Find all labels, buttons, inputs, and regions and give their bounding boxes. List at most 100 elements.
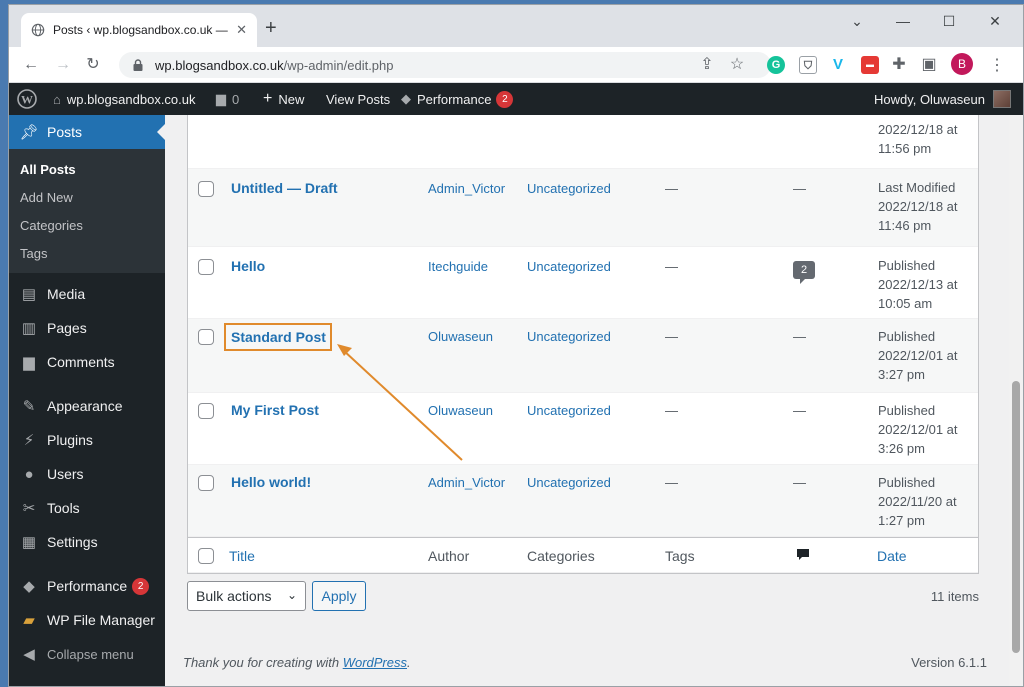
submenu-categories[interactable]: Categories bbox=[9, 211, 165, 239]
new-label: New bbox=[278, 91, 305, 107]
post-author-link[interactable]: Admin_Victor bbox=[428, 181, 505, 196]
comment-count-link[interactable]: 2 bbox=[793, 261, 815, 284]
bottom-tablenav: Bulk actions ⌄ Apply 11 items bbox=[187, 581, 979, 613]
post-status: Published bbox=[878, 329, 936, 344]
post-comments: — bbox=[793, 181, 806, 196]
share-icon[interactable]: ⇪ bbox=[697, 55, 717, 75]
side-panel-icon[interactable]: ▣ bbox=[919, 55, 939, 75]
apply-button[interactable]: Apply bbox=[312, 581, 366, 611]
post-tags: — bbox=[665, 259, 678, 274]
back-icon[interactable]: ← bbox=[21, 55, 41, 75]
post-category-link[interactable]: Uncategorized bbox=[527, 403, 611, 418]
new-tab-button[interactable]: + bbox=[265, 18, 277, 38]
post-author-link[interactable]: Oluwaseun bbox=[428, 403, 493, 418]
close-tab-icon[interactable]: ✕ bbox=[236, 22, 247, 38]
bulk-actions-select[interactable]: Bulk actions ⌄ bbox=[187, 581, 306, 611]
browser-tab[interactable]: Posts ‹ wp.blogsandbox.co.uk — ✕ bbox=[21, 13, 257, 47]
shield-extension-icon[interactable]: ⛉ bbox=[799, 56, 817, 74]
page-scrollbar[interactable] bbox=[1009, 115, 1023, 686]
wordpress-link[interactable]: WordPress bbox=[343, 655, 407, 670]
menu-settings[interactable]: ▦ Settings bbox=[9, 525, 165, 559]
submenu-tags[interactable]: Tags bbox=[9, 239, 165, 267]
menu-performance[interactable]: ◆ Performance 2 bbox=[9, 569, 165, 603]
collapse-menu-button[interactable]: ◀ Collapse menu bbox=[9, 637, 165, 671]
post-status: Published bbox=[878, 475, 936, 490]
post-comments: — bbox=[793, 475, 806, 490]
menu-tools[interactable]: ✂︎ Tools bbox=[9, 491, 165, 525]
menu-appearance-label: Appearance bbox=[47, 398, 123, 414]
post-category-link[interactable]: Uncategorized bbox=[527, 475, 611, 490]
sort-by-title[interactable]: Title bbox=[229, 548, 255, 564]
minimize-icon[interactable]: — bbox=[893, 13, 913, 29]
account-menu[interactable]: Howdy, Oluwaseun bbox=[874, 83, 1011, 115]
row-checkbox[interactable] bbox=[198, 475, 214, 491]
version-text: Version 6.1.1 bbox=[911, 655, 987, 670]
user-avatar bbox=[993, 90, 1011, 108]
menu-media[interactable]: ▤ Media bbox=[9, 277, 165, 311]
maximize-icon[interactable]: ☐ bbox=[939, 13, 959, 30]
menu-settings-label: Settings bbox=[47, 534, 98, 550]
forward-icon[interactable]: → bbox=[53, 55, 73, 75]
post-category-link[interactable]: Uncategorized bbox=[527, 329, 611, 344]
plus-icon: + bbox=[263, 90, 273, 107]
post-tags: — bbox=[665, 329, 678, 344]
puzzle-extensions-icon[interactable]: ✚ bbox=[889, 55, 909, 75]
browser-window: Posts ‹ wp.blogsandbox.co.uk — ✕ + ⌄ — ☐… bbox=[8, 4, 1024, 687]
view-posts-link[interactable]: View Posts bbox=[326, 83, 390, 115]
table-row: Hello world! Admin_Victor Uncategorized … bbox=[188, 465, 978, 537]
comments-link[interactable]: ▆ 0 bbox=[216, 83, 239, 115]
close-window-icon[interactable]: ✕ bbox=[985, 13, 1005, 30]
scrollbar-thumb[interactable] bbox=[1012, 381, 1020, 653]
site-name-link[interactable]: ⌂ wp.blogsandbox.co.uk bbox=[53, 83, 196, 115]
sort-by-date[interactable]: Date bbox=[877, 548, 907, 564]
chevron-down-icon: ⌄ bbox=[286, 588, 297, 602]
post-category-link[interactable]: Uncategorized bbox=[527, 259, 611, 274]
submenu-add-new[interactable]: Add New bbox=[9, 183, 165, 211]
reload-icon[interactable]: ↻ bbox=[83, 55, 103, 75]
menu-comments[interactable]: ▆ Comments bbox=[9, 345, 165, 379]
row-checkbox[interactable] bbox=[198, 259, 214, 275]
comments-column-icon[interactable] bbox=[795, 547, 811, 566]
post-date: 2022/12/13 at bbox=[878, 277, 958, 292]
menu-pages[interactable]: ▥ Pages bbox=[9, 311, 165, 345]
row-checkbox[interactable] bbox=[198, 403, 214, 419]
grammarly-icon[interactable]: G bbox=[767, 56, 785, 74]
row-checkbox[interactable] bbox=[198, 181, 214, 197]
post-category-link[interactable]: Uncategorized bbox=[527, 181, 611, 196]
tab-search-icon[interactable]: ⌄ bbox=[847, 13, 867, 30]
wordpress-logo-icon[interactable]: W bbox=[17, 83, 37, 115]
performance-icon: ◆ bbox=[401, 91, 411, 106]
row-checkbox[interactable] bbox=[198, 329, 214, 345]
post-title-link[interactable]: Standard Post bbox=[231, 329, 326, 345]
new-content-link[interactable]: + New bbox=[263, 83, 304, 115]
comment-count-bubble: 2 bbox=[793, 261, 815, 284]
extension-red-icon[interactable]: ▬ bbox=[861, 56, 879, 74]
post-title-link[interactable]: My First Post bbox=[231, 402, 319, 418]
address-bar[interactable]: wp.blogsandbox.co.uk/wp-admin/edit.php bbox=[119, 52, 771, 78]
author-column-header: Author bbox=[428, 548, 470, 564]
performance-link[interactable]: ◆ Performance 2 bbox=[401, 83, 514, 115]
menu-appearance[interactable]: ✎ Appearance bbox=[9, 389, 165, 423]
bookmark-star-icon[interactable]: ☆ bbox=[727, 55, 747, 75]
profile-avatar[interactable]: B bbox=[951, 53, 973, 75]
post-title-link[interactable]: Untitled — Draft bbox=[231, 180, 338, 196]
post-author-link[interactable]: Itechguide bbox=[428, 259, 488, 274]
vimeo-icon[interactable]: V bbox=[829, 56, 847, 74]
footer-thanks-prefix: Thank you for creating with bbox=[183, 655, 343, 670]
menu-posts[interactable]: 📌︎ Posts bbox=[9, 115, 165, 149]
menu-file-manager[interactable]: ▰ WP File Manager bbox=[9, 603, 165, 637]
menu-plugins[interactable]: ⚡︎ Plugins bbox=[9, 423, 165, 457]
menu-file-manager-label: WP File Manager bbox=[47, 612, 155, 628]
post-title-link[interactable]: Hello bbox=[231, 258, 265, 274]
menu-tools-label: Tools bbox=[47, 500, 80, 516]
submenu-all-posts[interactable]: All Posts bbox=[9, 155, 165, 183]
post-author-link[interactable]: Oluwaseun bbox=[428, 329, 493, 344]
post-title-link[interactable]: Hello world! bbox=[231, 474, 311, 490]
folder-icon: ▰ bbox=[23, 612, 35, 629]
select-all-checkbox[interactable] bbox=[198, 548, 214, 564]
categories-column-header: Categories bbox=[527, 548, 595, 564]
menu-kebab-icon[interactable]: ⋮ bbox=[989, 55, 1005, 75]
menu-users[interactable]: ● Users bbox=[9, 457, 165, 491]
post-author-link[interactable]: Admin_Victor bbox=[428, 475, 505, 490]
table-row: Hello Itechguide Uncategorized — 2 Publi… bbox=[188, 247, 978, 319]
